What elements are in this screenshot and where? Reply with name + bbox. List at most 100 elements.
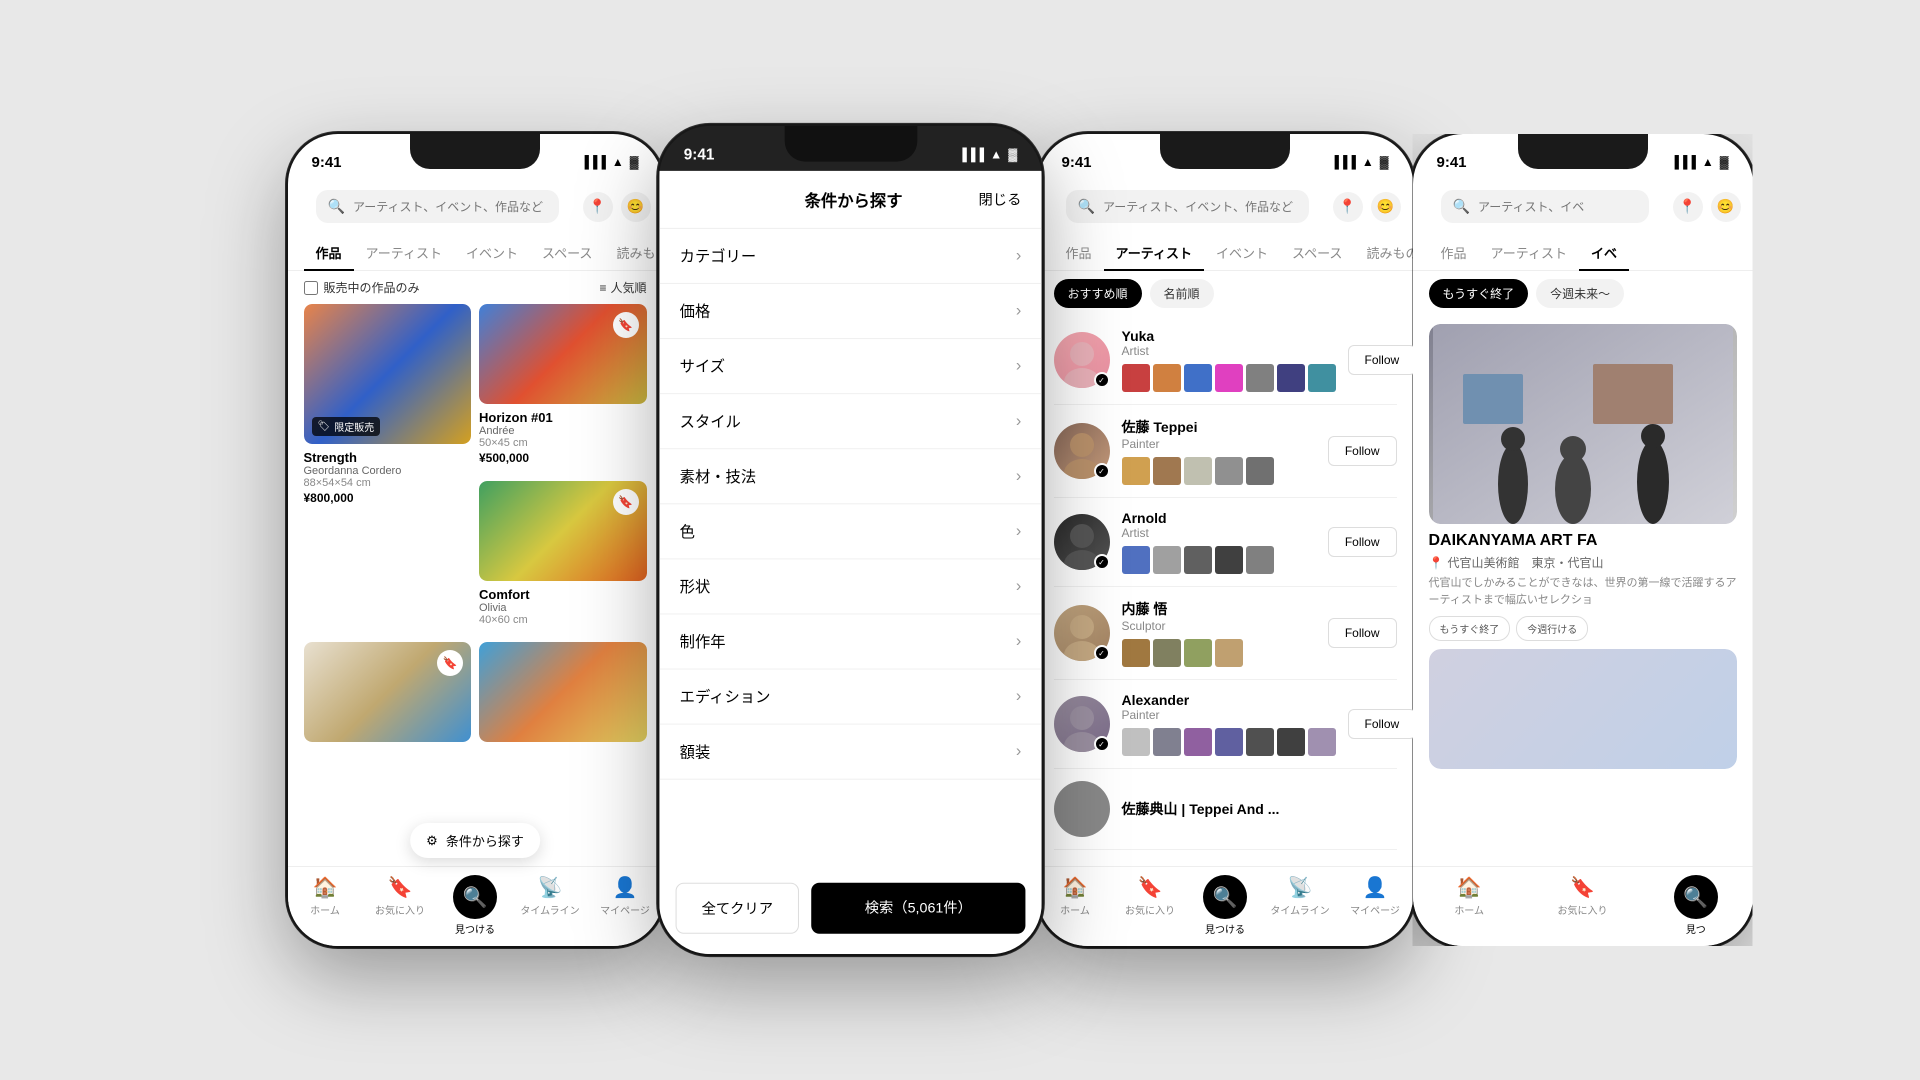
sort-pill-recommended[interactable]: おすすめ順 xyxy=(1054,279,1142,308)
nav-home-4[interactable]: 🏠 ホーム xyxy=(1413,875,1526,917)
filter-material[interactable]: 素材・技法 › xyxy=(659,449,1042,504)
nav-timeline-1[interactable]: 📡 タイムライン xyxy=(513,875,588,917)
sort-pill-name[interactable]: 名前順 xyxy=(1150,279,1214,308)
artist-avatar-partial xyxy=(1054,781,1110,837)
tab-reading-3[interactable]: 読みもの xyxy=(1354,235,1412,270)
chevron-icon-7: › xyxy=(1015,632,1020,650)
filter-price-label: 価格 xyxy=(679,300,710,321)
search-bar-3[interactable]: 🔍 xyxy=(1066,190,1309,223)
thumb-y4 xyxy=(1215,364,1243,392)
event-card-2[interactable] xyxy=(1429,649,1737,769)
bookmark-btn-comfort[interactable]: 🔖 xyxy=(613,489,639,515)
bookmark-btn-un[interactable]: 🔖 xyxy=(437,650,463,676)
search-input-1[interactable] xyxy=(353,200,547,214)
filter-year[interactable]: 制作年 › xyxy=(659,614,1042,669)
artwork-card-extra[interactable] xyxy=(479,642,647,742)
event-pill-thisweek[interactable]: 今週未来〜 xyxy=(1536,279,1624,308)
badge-icon-1: 🏷 xyxy=(318,421,331,432)
tab-event-3[interactable]: イベント xyxy=(1204,235,1280,270)
chevron-icon-5: › xyxy=(1015,522,1020,540)
notch-2 xyxy=(784,126,917,162)
thumb-t4 xyxy=(1215,457,1243,485)
filter-color[interactable]: 色 › xyxy=(659,504,1042,559)
artwork-card-strength[interactable]: 🏷 限定販売 xyxy=(304,304,472,444)
tab-space-1[interactable]: スペース xyxy=(530,235,604,270)
smiley-btn-3[interactable]: 😊 xyxy=(1371,192,1401,222)
filter-close-btn[interactable]: 閉じる xyxy=(978,189,1021,209)
artwork-card-comfort[interactable]: 🔖 xyxy=(479,481,647,581)
search-input-4[interactable] xyxy=(1478,200,1637,214)
follow-btn-yuka[interactable]: Follow xyxy=(1348,345,1413,375)
filter-style[interactable]: スタイル › xyxy=(659,394,1042,449)
battery-icon-4: ▓ xyxy=(1720,155,1729,169)
filter-icon-1: ⚙ xyxy=(426,833,438,849)
filter-frame[interactable]: 額装 › xyxy=(659,725,1042,780)
nav-discover-4[interactable]: 🔍 見つ xyxy=(1639,875,1752,936)
artist-name-yuka: Yuka xyxy=(1122,328,1336,344)
artwork-info-comfort: Comfort Olivia 40×60 cm xyxy=(479,581,647,634)
search-float-btn-1[interactable]: ⚙ 条件から探す xyxy=(410,823,540,858)
nav-mypage-1[interactable]: 👤 マイページ xyxy=(588,875,663,917)
filter-category-label: カテゴリー xyxy=(679,245,756,266)
filter-size-label: サイズ xyxy=(679,355,724,376)
verified-badge-alexander: ✓ xyxy=(1094,736,1110,752)
sale-checkbox-1[interactable] xyxy=(304,281,318,295)
artist-info-arnold: Arnold Artist xyxy=(1122,510,1316,574)
event-pill-ending[interactable]: もうすぐ終了 xyxy=(1429,279,1529,308)
tab-reading-1[interactable]: 読みもの xyxy=(604,235,662,270)
filter-price[interactable]: 価格 › xyxy=(659,284,1042,339)
screen-2: 閉じる 条件から探す 閉じる カテゴリー › 価格 › サイズ › スタイル xyxy=(659,171,1042,954)
filter-clear-btn[interactable]: 全てクリア xyxy=(675,883,798,934)
filter-shape[interactable]: 形状 › xyxy=(659,559,1042,614)
bookmark-btn-horizon[interactable]: 🔖 xyxy=(613,312,639,338)
filter-footer-2: 全てクリア 検索（5,061件） xyxy=(675,883,1025,934)
nav-home-label-4: ホーム xyxy=(1454,902,1484,917)
tab-artist-4[interactable]: アーティスト xyxy=(1479,235,1579,270)
filter-category[interactable]: カテゴリー › xyxy=(659,229,1042,284)
smiley-btn-4[interactable]: 😊 xyxy=(1711,192,1741,222)
tab-artwork-3[interactable]: 作品 xyxy=(1054,235,1104,270)
tab-artwork-4[interactable]: 作品 xyxy=(1429,235,1479,270)
nav-home-3[interactable]: 🏠 ホーム xyxy=(1038,875,1113,917)
nav-mypage-3[interactable]: 👤 マイページ xyxy=(1338,875,1413,917)
search-bar-1[interactable]: 🔍 xyxy=(316,190,559,223)
follow-btn-arnold[interactable]: Follow xyxy=(1328,527,1397,557)
location-btn-1[interactable]: 📍 xyxy=(583,192,613,222)
filter-edition[interactable]: エディション › xyxy=(659,670,1042,725)
notch-4 xyxy=(1518,134,1648,169)
filter-search-btn[interactable]: 検索（5,061件） xyxy=(811,883,1025,934)
artwork-card-horizon[interactable]: 🔖 xyxy=(479,304,647,404)
nav-fav-label-4: お気に入り xyxy=(1557,902,1607,917)
artist-avatar-wrap-teppei: ✓ xyxy=(1054,423,1110,479)
nav-discover-label-3: 見つける xyxy=(1205,921,1245,936)
nav-home-1[interactable]: 🏠 ホーム xyxy=(288,875,363,917)
tab-artwork-1[interactable]: 作品 xyxy=(304,235,354,270)
location-btn-4[interactable]: 📍 xyxy=(1673,192,1703,222)
event-card-1[interactable] xyxy=(1429,324,1737,524)
nav-favorites-3[interactable]: 🔖 お気に入り xyxy=(1113,875,1188,917)
event-tag-1: もうすぐ終了 xyxy=(1429,616,1511,641)
tab-artist-1[interactable]: アーティスト xyxy=(354,235,454,270)
filter-size[interactable]: サイズ › xyxy=(659,339,1042,394)
tab-event-1[interactable]: イベント xyxy=(454,235,530,270)
artwork-card-un[interactable]: 🔖 xyxy=(304,642,472,742)
follow-btn-teppei[interactable]: Follow xyxy=(1328,436,1397,466)
artwork-price-horizon: ¥500,000 xyxy=(479,451,647,465)
nav-timeline-3[interactable]: 📡 タイムライン xyxy=(1263,875,1338,917)
sale-filter-1[interactable]: 販売中の作品のみ xyxy=(304,279,420,296)
tab-event-4[interactable]: イベ xyxy=(1579,235,1629,270)
search-bar-4[interactable]: 🔍 xyxy=(1441,190,1649,223)
sort-btn-1[interactable]: ≡ 人気順 xyxy=(599,279,646,296)
follow-btn-alexander[interactable]: Follow xyxy=(1348,709,1413,739)
nav-discover-1[interactable]: 🔍 見つける xyxy=(438,875,513,936)
nav-discover-3[interactable]: 🔍 見つける xyxy=(1188,875,1263,936)
smiley-btn-1[interactable]: 😊 xyxy=(621,192,651,222)
location-btn-3[interactable]: 📍 xyxy=(1333,192,1363,222)
tab-space-3[interactable]: スペース xyxy=(1280,235,1354,270)
nav-favorites-4[interactable]: 🔖 お気に入り xyxy=(1526,875,1639,917)
nav-favorites-1[interactable]: 🔖 お気に入り xyxy=(363,875,438,917)
tab-artist-3[interactable]: アーティスト xyxy=(1104,235,1204,270)
artist-avatar-wrap-yuka: ✓ xyxy=(1054,332,1110,388)
search-input-3[interactable] xyxy=(1103,200,1297,214)
follow-btn-naito[interactable]: Follow xyxy=(1328,618,1397,648)
